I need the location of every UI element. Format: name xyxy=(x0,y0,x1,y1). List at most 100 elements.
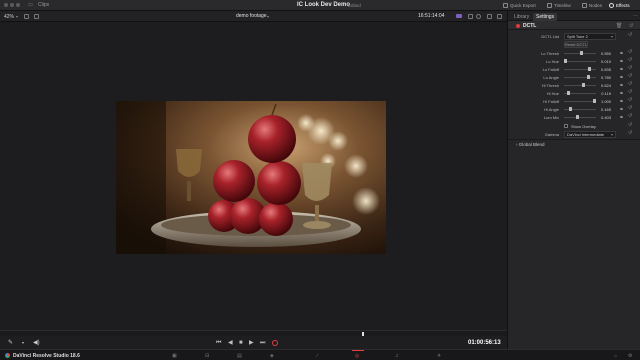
keyframe-icon[interactable] xyxy=(620,67,623,70)
chevron-down-icon[interactable]: ▾ xyxy=(22,340,24,346)
clip-name[interactable]: demo footage xyxy=(236,13,267,19)
keyframe-icon[interactable] xyxy=(620,59,623,62)
viewer-mode-icon[interactable] xyxy=(24,14,29,19)
param-value[interactable]: 0.403 xyxy=(597,115,611,120)
settings-icon[interactable]: ⚙ xyxy=(628,353,632,359)
edit-page-icon[interactable]: ▤ xyxy=(237,353,242,359)
media-pool-icon[interactable]: ▭ xyxy=(28,2,33,8)
minimize-window-button[interactable] xyxy=(10,3,14,7)
param-value[interactable]: 1.000 xyxy=(597,99,611,104)
param-value[interactable]: 0.780 xyxy=(597,75,611,80)
reset-icon[interactable]: ↺ xyxy=(628,106,632,111)
tab-library[interactable]: Library xyxy=(511,13,532,21)
reset-icon[interactable]: ↺ xyxy=(628,82,632,87)
flag-icon[interactable] xyxy=(456,14,462,18)
keyframe-icon[interactable] xyxy=(620,75,623,78)
skip-to-end-icon[interactable]: ⏭ xyxy=(260,340,265,346)
reset-icon[interactable]: ↺ xyxy=(628,66,632,71)
viewer[interactable] xyxy=(0,22,507,330)
play-icon[interactable]: ▶ xyxy=(249,340,254,346)
param-slider[interactable] xyxy=(564,91,596,95)
slider-knob[interactable] xyxy=(582,83,586,87)
keyframe-icon[interactable] xyxy=(620,99,623,102)
param-slider[interactable] xyxy=(564,115,596,119)
fusion-page-icon[interactable]: ◈ xyxy=(270,353,274,359)
overlay-icon[interactable] xyxy=(468,14,473,19)
tab-settings[interactable]: Settings xyxy=(533,12,558,21)
slider-knob[interactable] xyxy=(568,107,572,111)
param-value[interactable]: 0.624 xyxy=(597,83,611,88)
dctl-section-header[interactable]: DCTL 🗑 ↺ xyxy=(508,21,640,30)
cut-page-icon[interactable]: ⊟ xyxy=(205,353,209,359)
reset-icon[interactable]: ↺ xyxy=(628,131,632,136)
close-window-button[interactable] xyxy=(4,3,8,7)
keyframe-icon[interactable] xyxy=(620,91,623,94)
keyframe-icon[interactable] xyxy=(620,51,623,54)
reset-icon[interactable]: ↺ xyxy=(628,50,632,55)
keyframe-icon[interactable] xyxy=(620,83,623,86)
reset-icon[interactable]: ↺ xyxy=(628,90,632,95)
param-slider[interactable] xyxy=(564,51,596,55)
reset-icon[interactable]: ↺ xyxy=(628,98,632,103)
zoom-window-button[interactable] xyxy=(16,3,20,7)
slider-knob[interactable] xyxy=(586,75,590,79)
param-slider[interactable] xyxy=(564,99,596,103)
clips-toggle[interactable]: Clips xyxy=(38,2,49,8)
stop-icon[interactable]: ■ xyxy=(239,340,243,346)
media-page-icon[interactable]: ▣ xyxy=(172,353,177,359)
param-slider[interactable] xyxy=(564,83,596,87)
param-value[interactable]: 0.165 xyxy=(597,107,611,112)
param-slider[interactable] xyxy=(564,107,596,111)
color-page-icon[interactable]: ◎ xyxy=(355,353,359,359)
trash-icon[interactable]: 🗑 xyxy=(616,23,622,29)
slider-knob[interactable] xyxy=(593,99,596,103)
reset-icon[interactable]: ↺ xyxy=(628,114,632,119)
home-icon[interactable]: ⌂ xyxy=(614,353,617,359)
param-value[interactable]: 0.550 xyxy=(597,51,611,56)
fairlight-page-icon[interactable]: ♫ xyxy=(395,353,399,359)
param-slider[interactable] xyxy=(564,67,596,71)
reset-icon[interactable]: ↺ xyxy=(628,58,632,63)
dctl-list-dropdown[interactable]: Split Tone 2 ▾ xyxy=(564,32,616,40)
slider-knob[interactable] xyxy=(567,91,571,95)
nodes-button[interactable]: Nodes xyxy=(582,2,602,8)
gamma-dropdown[interactable]: DaVinci Intermediate ▾ xyxy=(564,130,616,138)
chevron-down-icon[interactable]: ▾ xyxy=(267,14,269,19)
video-frame[interactable] xyxy=(116,101,386,254)
param-value[interactable]: 0.010 xyxy=(597,59,611,64)
reset-icon[interactable]: ↺ xyxy=(628,74,632,79)
slider-knob[interactable] xyxy=(564,59,568,63)
split-screen-icon[interactable] xyxy=(34,14,39,19)
reset-icon[interactable]: ↺ xyxy=(629,23,633,29)
timeline-button[interactable]: Timeline xyxy=(547,2,571,8)
param-slider[interactable] xyxy=(564,75,596,79)
reset-icon[interactable]: ↺ xyxy=(628,33,632,38)
scope-icon[interactable] xyxy=(487,14,492,19)
quick-export-button[interactable]: Quick Export xyxy=(503,2,536,8)
keyframe-icon[interactable] xyxy=(620,107,623,110)
reset-dctl-button[interactable]: Reset DCTL xyxy=(564,40,588,48)
reset-icon[interactable]: ↺ xyxy=(628,123,632,128)
slider-knob[interactable] xyxy=(579,51,583,55)
param-value[interactable]: 0.835 xyxy=(597,67,611,72)
slider-knob[interactable] xyxy=(588,67,592,71)
fx-enable-icon[interactable] xyxy=(516,23,520,28)
skip-to-start-icon[interactable]: ⏮ xyxy=(216,340,221,346)
chevron-down-icon[interactable]: ▾ xyxy=(16,14,18,19)
fullscreen-icon[interactable] xyxy=(497,14,502,19)
keyframe-icon[interactable] xyxy=(620,115,623,118)
more-options-icon[interactable]: ⋯ xyxy=(633,13,638,19)
param-slider[interactable] xyxy=(564,59,596,63)
comment-icon[interactable] xyxy=(476,14,481,19)
show-overlay-checkbox[interactable] xyxy=(564,123,568,128)
volume-icon[interactable]: ◀) xyxy=(33,339,40,346)
play-reverse-icon[interactable]: ◀ xyxy=(228,340,233,346)
fairlight-tool-icon[interactable]: ∕ xyxy=(317,353,318,359)
param-value[interactable]: 0.119 xyxy=(597,91,611,96)
zoom-level[interactable]: 42% xyxy=(4,14,14,20)
slider-knob[interactable] xyxy=(575,115,579,119)
global-blend-section[interactable]: › Global Blend xyxy=(516,142,545,147)
effects-button[interactable]: Effects xyxy=(609,2,630,8)
pen-tool-icon[interactable]: ✎ xyxy=(8,339,13,346)
loop-icon[interactable] xyxy=(272,340,278,346)
